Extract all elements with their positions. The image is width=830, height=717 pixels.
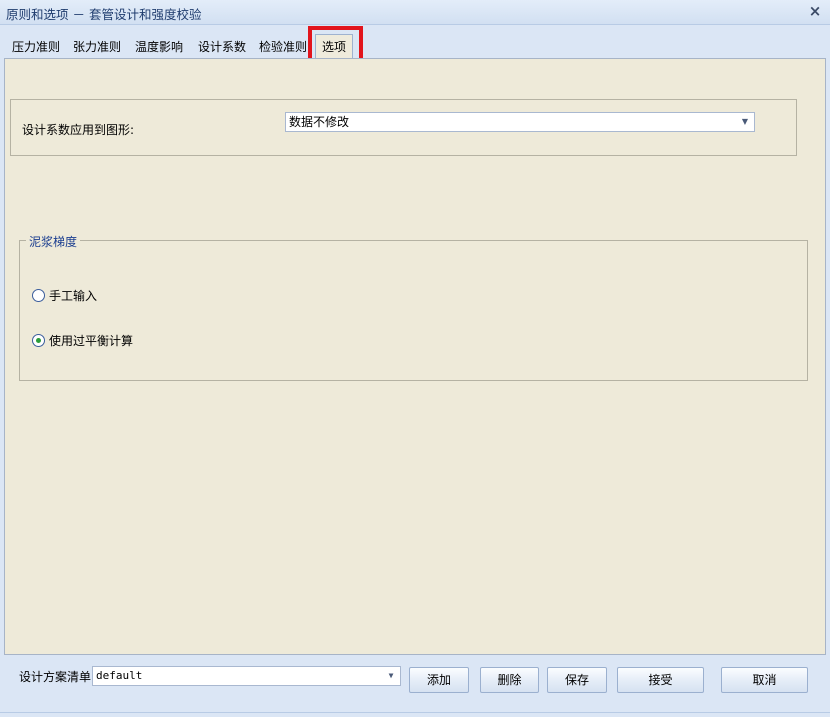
tab-check-criteria[interactable]: 检验准则 <box>259 37 307 59</box>
tab-design-factor[interactable]: 设计系数 <box>198 37 246 59</box>
accept-button[interactable]: 接受 <box>617 667 704 693</box>
radio-button[interactable] <box>32 288 45 302</box>
cancel-button[interactable]: 取消 <box>721 667 808 693</box>
close-icon[interactable]: × <box>806 2 824 20</box>
tab-bar: 压力准则 张力准则 温度影响 设计系数 检验准则 选项 <box>0 26 830 60</box>
design-factor-selected-value: 数据不修改 <box>289 115 350 129</box>
delete-button[interactable]: 删除 <box>480 667 539 693</box>
title-bar: 原则和选项 － 套管设计和强度校验 × <box>0 0 830 25</box>
plan-list-label: 设计方案清单 <box>19 670 92 684</box>
radio-button-checked[interactable] <box>32 333 45 347</box>
add-button[interactable]: 添加 <box>409 667 469 693</box>
plan-list-value: default <box>96 669 143 682</box>
options-panel: 设计系数应用到图形: 数据不修改 ▼ 泥浆梯度 手工输入 使用过平衡计算 <box>4 58 826 655</box>
design-factor-group: 设计系数应用到图形: 数据不修改 ▼ <box>10 99 797 156</box>
radio-manual-input[interactable]: 手工输入 <box>32 287 97 303</box>
status-strip <box>0 712 830 717</box>
mud-gradient-legend: 泥浆梯度 <box>26 233 81 250</box>
radio-overbalance-calc[interactable]: 使用过平衡计算 <box>32 332 133 348</box>
chevron-down-icon[interactable]: ▼ <box>385 667 397 685</box>
design-factor-label: 设计系数应用到图形: <box>22 123 135 137</box>
design-factor-select[interactable]: 数据不修改 ▼ <box>285 112 755 132</box>
tab-pressure-criteria[interactable]: 压力准则 <box>12 37 60 59</box>
tab-temperature-effect[interactable]: 温度影响 <box>135 37 183 59</box>
tab-options[interactable]: 选项 <box>315 34 354 60</box>
bottom-bar: 设计方案清单 default ▼ 添加 删除 保存 接受 取消 <box>0 656 830 717</box>
mud-gradient-group: 泥浆梯度 手工输入 使用过平衡计算 <box>19 233 808 381</box>
tab-tension-criteria[interactable]: 张力准则 <box>73 37 121 59</box>
radio-label: 手工输入 <box>49 288 98 303</box>
plan-list-select[interactable]: default ▼ <box>92 666 401 686</box>
window-title: 原则和选项 － 套管设计和强度校验 <box>6 7 202 22</box>
save-button[interactable]: 保存 <box>547 667 607 693</box>
radio-label: 使用过平衡计算 <box>49 333 134 348</box>
chevron-down-icon[interactable]: ▼ <box>739 113 751 131</box>
